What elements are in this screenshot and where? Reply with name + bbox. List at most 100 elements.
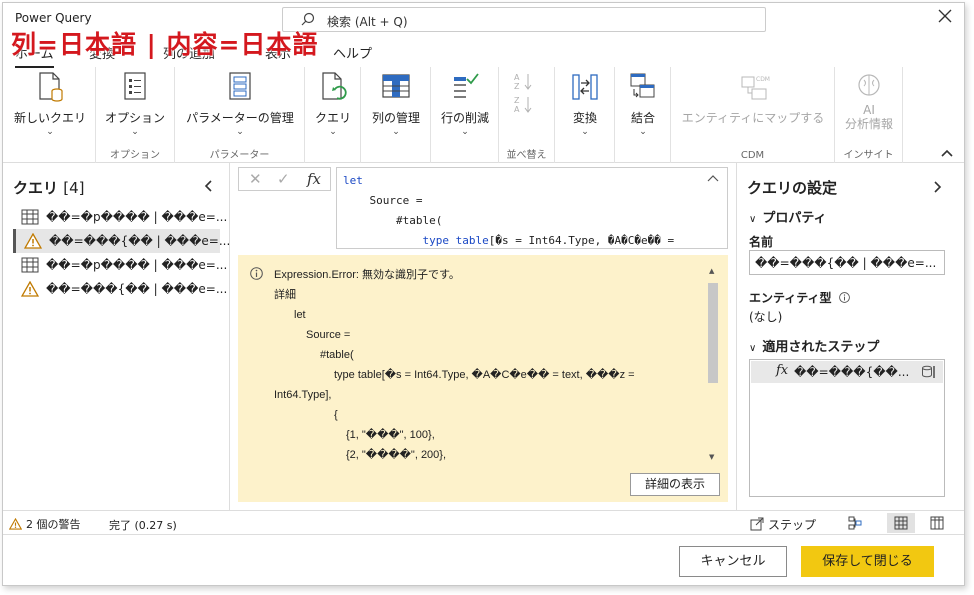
cdm-group-label: CDM: [740, 150, 765, 161]
parameters-group-label: パラメーター: [209, 150, 270, 161]
info-icon: [838, 292, 850, 303]
collapse-panel-icon[interactable]: [203, 179, 213, 193]
ribbon-group-new-query: 新しいクエリ ⌄: [3, 67, 96, 163]
new-query-icon: [39, 72, 63, 102]
chevron-down-icon: ⌄: [392, 127, 400, 137]
collapse-formula-icon[interactable]: [707, 174, 719, 182]
collapse-ribbon-icon[interactable]: [940, 148, 954, 158]
refresh-query-icon: [322, 72, 347, 100]
transform-button[interactable]: 変換 ⌄: [561, 71, 609, 137]
sort-icon: A Z Z A: [514, 73, 532, 114]
map-to-entity-button[interactable]: CDM エンティティにマップする: [679, 71, 827, 126]
schema-view-icon: [930, 516, 944, 530]
options-button[interactable]: オプション ⌄: [102, 71, 168, 137]
cancel-button[interactable]: キャンセル: [679, 546, 787, 577]
combine-button[interactable]: 結合 ⌄: [621, 71, 665, 137]
combine-icon: [630, 73, 655, 98]
ribbon-group-parameters: パラメーターの管理 ⌄ パラメーター: [175, 67, 305, 163]
table-icon: [21, 209, 39, 225]
steps-icon: [750, 517, 764, 531]
applied-steps-list: fx ��=���{��...: [749, 359, 945, 497]
query-settings-title: クエリの設定: [747, 179, 838, 197]
chevron-down-icon: ⌄: [581, 127, 589, 137]
cancel-formula-icon[interactable]: ✕: [249, 170, 262, 188]
new-query-button[interactable]: 新しいクエリ ⌄: [7, 71, 93, 137]
reduce-rows-icon: [454, 73, 479, 98]
search-box[interactable]: 検索 (Alt + Q): [282, 7, 766, 32]
search-icon: [301, 12, 315, 26]
diagram-view-icon: [848, 516, 862, 530]
query-name-field[interactable]: ��=���{�� | ���e=...: [749, 250, 945, 275]
options-group-label: オプション: [110, 150, 160, 161]
manage-columns-button[interactable]: 列の管理 ⌄: [367, 71, 425, 137]
applied-step[interactable]: fx ��=���{��...: [751, 361, 943, 383]
options-icon: [124, 72, 146, 100]
chevron-down-icon: ⌄: [46, 127, 54, 137]
query-item[interactable]: ��=���{�� | ���e=...: [13, 277, 227, 301]
chevron-down-icon: ∨: [749, 343, 757, 354]
tab-help[interactable]: ヘルプ: [333, 43, 372, 62]
ribbon-group-query: クエリ ⌄: [305, 67, 361, 163]
table-view-button[interactable]: [887, 513, 915, 533]
properties-section[interactable]: ∨ プロパティ: [749, 207, 827, 226]
error-message: Expression.Error: 無効な識別子です。 詳細 let Sourc…: [274, 269, 635, 461]
ribbon-group-options: オプション ⌄ オプション: [96, 67, 175, 163]
diagram-view-button[interactable]: [841, 513, 869, 533]
steps-toggle[interactable]: ステップ: [750, 516, 816, 533]
transform-icon: [572, 74, 598, 100]
columns-icon: [382, 74, 410, 98]
table-icon: [21, 257, 39, 273]
reduce-rows-button[interactable]: 行の削減 ⌄: [435, 71, 495, 137]
warning-icon: [24, 233, 42, 249]
queries-panel: クエリ [4] ��=�p���� | ���e=... ��=���{�� |…: [3, 163, 230, 510]
chevron-down-icon: ∨: [749, 214, 757, 225]
query-item[interactable]: ��=�p���� | ���e=...: [13, 253, 227, 277]
query-button[interactable]: クエリ ⌄: [309, 71, 357, 137]
sort-buttons[interactable]: A Z Z A: [507, 71, 541, 115]
applied-steps-section[interactable]: ∨ 適用されたステップ: [749, 336, 879, 355]
chevron-down-icon: ⌄: [236, 127, 244, 137]
warnings-status[interactable]: 2 個の警告: [8, 516, 81, 532]
formula-bar-buttons: ✕ ✓ fx: [238, 167, 331, 191]
query-item-selected[interactable]: ��=���{�� | ���e=...: [13, 229, 230, 253]
ribbon-group-sort: A Z Z A 並べ替え: [499, 67, 555, 163]
formula-editor[interactable]: let Source = #table( type table[�s = Int…: [336, 167, 728, 249]
completion-status: 完了 (0.27 s): [109, 519, 177, 532]
power-query-dialog: Power Query 検索 (Alt + Q) ホーム 変換 列の追加 表示 …: [2, 2, 965, 586]
entity-type-label: エンティティ型: [749, 289, 850, 306]
warning-icon: [8, 517, 23, 530]
ribbon: 新しいクエリ ⌄ オプション ⌄ オプション パラメーターの管理 ⌄ パラメータ…: [3, 67, 964, 163]
chevron-down-icon: ⌄: [131, 127, 139, 137]
warning-icon: [21, 281, 39, 297]
query-settings-panel: クエリの設定 ∨ プロパティ 名前 ��=���{�� | ���e=... エン…: [736, 163, 964, 510]
commit-formula-icon[interactable]: ✓: [277, 170, 290, 188]
error-panel: Expression.Error: 無効な識別子です。 詳細 let Sourc…: [238, 255, 728, 502]
expand-panel-icon[interactable]: [933, 180, 943, 194]
chevron-down-icon: ⌄: [639, 127, 647, 137]
schema-view-button[interactable]: [923, 513, 951, 533]
svg-text:Z: Z: [514, 96, 520, 105]
fx-icon[interactable]: fx: [307, 170, 321, 188]
app-title: Power Query: [15, 11, 92, 25]
info-icon: [250, 267, 263, 280]
fx-icon: fx: [776, 363, 789, 378]
svg-text:CDM: CDM: [756, 76, 770, 83]
show-details-button[interactable]: 詳細の表示: [630, 473, 720, 496]
error-scrollbar[interactable]: ▲ ▼: [706, 265, 720, 461]
scrollbar-thumb[interactable]: [708, 283, 718, 383]
parameters-icon: [229, 72, 251, 100]
save-and-close-button[interactable]: 保存して閉じる: [801, 546, 934, 577]
svg-text:Z: Z: [514, 82, 520, 91]
ribbon-group-cdm: CDM エンティティにマップする CDM: [671, 67, 835, 163]
ribbon-group-manage-columns: 列の管理 ⌄: [361, 67, 431, 163]
query-item[interactable]: ��=�p���� | ���e=...: [13, 205, 227, 229]
chevron-down-icon: ⌄: [329, 127, 337, 137]
close-icon[interactable]: [938, 9, 952, 23]
sort-group-label: 並べ替え: [506, 150, 547, 161]
data-source-icon: [922, 365, 935, 378]
ribbon-group-reduce-rows: 行の削減 ⌄: [431, 67, 499, 163]
map-entity-icon: CDM: [741, 76, 770, 100]
ai-insights-button[interactable]: AI 分析情報: [841, 71, 897, 131]
ribbon-group-insight: AI 分析情報 インサイト: [835, 67, 903, 163]
manage-parameters-button[interactable]: パラメーターの管理 ⌄: [183, 71, 297, 137]
